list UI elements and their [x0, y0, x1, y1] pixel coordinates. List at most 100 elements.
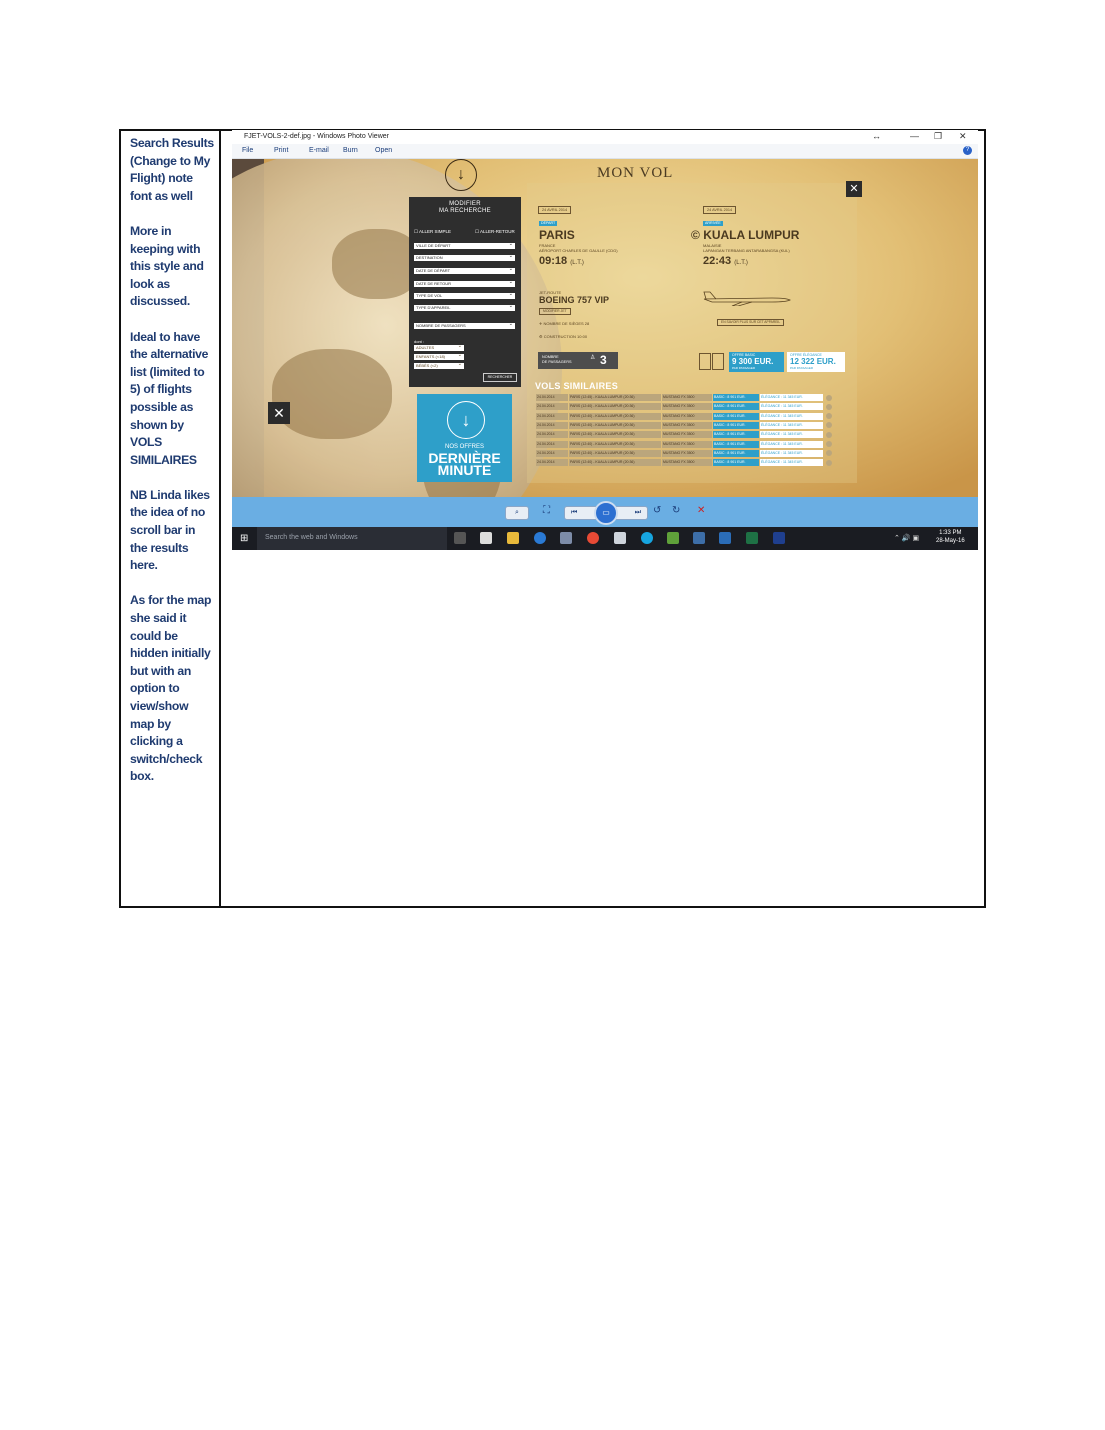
slideshow-button[interactable]: ▭ [594, 501, 618, 525]
aircraft-construction: ⚙ CONSTRUCTION 10:00 [539, 334, 588, 339]
vol-elegance-price: ÉLÉGANCE : 11 345 EUR. [760, 403, 823, 411]
photo-viewer-icon[interactable] [693, 532, 705, 544]
vol-route: PARIS (12:40) - KUALA LUMPUR (20:36) [569, 459, 661, 467]
vol-date: 24.04.2014 [536, 412, 568, 420]
store-icon[interactable] [480, 532, 492, 544]
zoom-icon[interactable]: ⌕ [505, 506, 529, 520]
close-panel-icon[interactable]: ✕ [846, 181, 862, 197]
scroll-down-icon[interactable]: ↓ [445, 159, 477, 191]
vol-basic-price: BASIC : 8 901 EUR. [713, 459, 759, 467]
minimize-button[interactable]: — [910, 131, 919, 141]
edge-icon[interactable] [534, 532, 546, 544]
delete-icon[interactable]: ✕ [697, 505, 705, 516]
task-view-icon[interactable] [454, 532, 466, 544]
next-icon[interactable]: ⏭ [635, 507, 641, 519]
column-divider [219, 131, 221, 906]
window-titlebar: FJET-VOLS-2-def.jpg - Windows Photo View… [232, 130, 978, 144]
form-title-line1: MODIFIER [449, 201, 481, 207]
field-passagers[interactable]: NOMBRE DE PASSAGERS [414, 321, 515, 329]
arrival-city: © KUALA LUMPUR [691, 228, 800, 242]
option-aller-simple[interactable]: ☐ ALLER SIMPLE [414, 229, 451, 235]
vol-select-icon[interactable] [826, 394, 832, 401]
passenger-count: 3 [600, 353, 607, 367]
field-type-vol[interactable]: TYPE DE VOL [414, 291, 515, 299]
menu-email[interactable]: E-mail [309, 147, 329, 154]
vol-jet: MUSTANG FX 3500 [662, 440, 712, 448]
chrome-icon[interactable] [587, 532, 599, 544]
app-icon[interactable] [560, 532, 572, 544]
help-icon[interactable]: ? [963, 146, 972, 155]
vol-basic-price: BASIC : 8 901 EUR. [713, 449, 759, 457]
field-adultes[interactable]: ADULTES [414, 343, 464, 351]
menu-print[interactable]: Print [274, 147, 288, 154]
excel-icon[interactable] [746, 532, 758, 544]
system-tray[interactable]: ⌃ 🔊 ▣ [894, 534, 919, 542]
previous-icon[interactable]: ⏮ [571, 507, 577, 519]
vol-select-icon[interactable] [826, 441, 832, 447]
passenger-count-box[interactable]: NOMBRE DE PASSAGERS ♙ 3 [538, 352, 618, 369]
note-1: Search Results (Change to My Flight) not… [130, 136, 214, 203]
seat-icon [699, 353, 711, 370]
vol-select-icon[interactable] [826, 459, 832, 466]
search-form: MODIFIER MA RECHERCHE ☐ ALLER SIMPLE ☐ A… [409, 197, 521, 387]
offer-elegance[interactable]: OFFRE ÉLÉGANCE 12 322 EUR. PAR PASSAGER [787, 352, 845, 372]
skype-icon[interactable] [641, 532, 653, 544]
field-type-appareil[interactable]: TYPE D'APPAREIL [414, 303, 515, 311]
arrival-airport: LAPANGAN TERBANG ANTARABANGSA (KUL) [703, 248, 790, 253]
menu-file[interactable]: File [242, 147, 253, 154]
note-3: Ideal to have the alternative list (limi… [130, 329, 209, 467]
passenger-label: NOMBRE DE PASSAGERS [542, 355, 572, 364]
app-icon-2[interactable] [667, 532, 679, 544]
field-bebes[interactable]: BÉBÉS (<2) [414, 361, 464, 369]
search-button[interactable]: RECHERCHER [483, 373, 517, 382]
menu-burn[interactable]: Burn [343, 147, 358, 154]
vol-select-icon[interactable] [826, 431, 832, 438]
vol-jet: MUSTANG FX 3500 [662, 412, 712, 420]
arrival-time: 22:43 (L.T.) [703, 255, 748, 267]
photoshop-icon[interactable] [773, 532, 785, 544]
vol-select-icon[interactable] [826, 403, 832, 410]
close-map-icon[interactable]: ✕ [268, 402, 290, 424]
vol-elegance-price: ÉLÉGANCE : 11 345 EUR. [760, 421, 823, 429]
field-enfants[interactable]: ENFANTS (<18) [414, 352, 464, 360]
field-destination[interactable]: DESTINATION [414, 253, 515, 261]
rotate-cw-icon[interactable]: ↻ [672, 505, 680, 516]
menu-open[interactable]: Open [375, 147, 392, 154]
taskbar-search[interactable]: Search the web and Windows [257, 527, 447, 550]
vol-jet: MUSTANG FX 3500 [662, 449, 712, 457]
actual-size-icon[interactable]: ⛶ [543, 505, 550, 516]
close-window-button[interactable]: ✕ [959, 131, 967, 142]
viewer-controls: ⌕ ⛶ ⏮ ⏭ ▭ ↺ ↻ ✕ [232, 497, 978, 527]
vol-date: 24.04.2014 [536, 403, 568, 411]
maximize-button[interactable]: ❐ [934, 131, 942, 142]
windows-taskbar: ⊞ Search the web and Windows ⌃ 🔊 ▣ 1:33 … [232, 527, 978, 550]
notes-column: Search Results (Change to My Flight) not… [130, 135, 214, 804]
vol-route: PARIS (12:45) - KUALA LUMPUR (20:36) [569, 394, 661, 401]
vol-jet: MUSTANG FX 3500 [662, 394, 712, 401]
field-date-retour[interactable]: DATE DE RETOUR [414, 279, 515, 287]
offer-basic[interactable]: OFFRE BASIC 9 300 EUR. PAR PASSAGER [729, 352, 784, 372]
jet-icon [703, 291, 791, 306]
resize-icon[interactable]: ↔ [872, 131, 881, 141]
vol-jet: MUSTANG FX 3500 [662, 421, 712, 429]
vol-jet: MUSTANG FX 3500 [662, 431, 712, 439]
last-minute-promo[interactable]: ↓ NOS OFFRES DERNIÈRE MINUTE [417, 394, 512, 482]
window-title: FJET-VOLS-2-def.jpg - Windows Photo View… [244, 133, 389, 140]
taskbar-clock[interactable]: 1:33 PM 28-May-16 [936, 529, 965, 545]
vol-elegance-price: ÉLÉGANCE : 11 345 EUR. [760, 459, 823, 467]
photos-icon[interactable] [614, 532, 626, 544]
rotate-ccw-icon[interactable]: ↺ [653, 505, 661, 516]
field-ville-depart[interactable]: VILLE DE DÉPART [414, 241, 515, 249]
field-date-depart[interactable]: DATE DE DÉPART [414, 266, 515, 274]
vol-elegance-price: ÉLÉGANCE : 11 345 EUR. [760, 412, 823, 420]
arrival-badge: ARRIVÉE [703, 221, 723, 226]
option-aller-retour[interactable]: ☐ ALLER-RETOUR [475, 229, 515, 235]
vol-basic-price: BASIC : 8 901 EUR. [713, 412, 759, 420]
outlook-icon[interactable] [719, 532, 731, 544]
aircraft-info-link[interactable]: EN SAVOIR PLUS SUR CET APPAREIL [717, 319, 785, 326]
file-explorer-icon[interactable] [507, 532, 519, 544]
vol-route: PARIS (12:40) - KUALA LUMPUR (20:36) [569, 449, 661, 457]
dont-label: dont : [414, 339, 425, 344]
windows-start-icon[interactable]: ⊞ [240, 533, 248, 544]
modify-jet-button[interactable]: MODIFIER JET [539, 308, 571, 315]
